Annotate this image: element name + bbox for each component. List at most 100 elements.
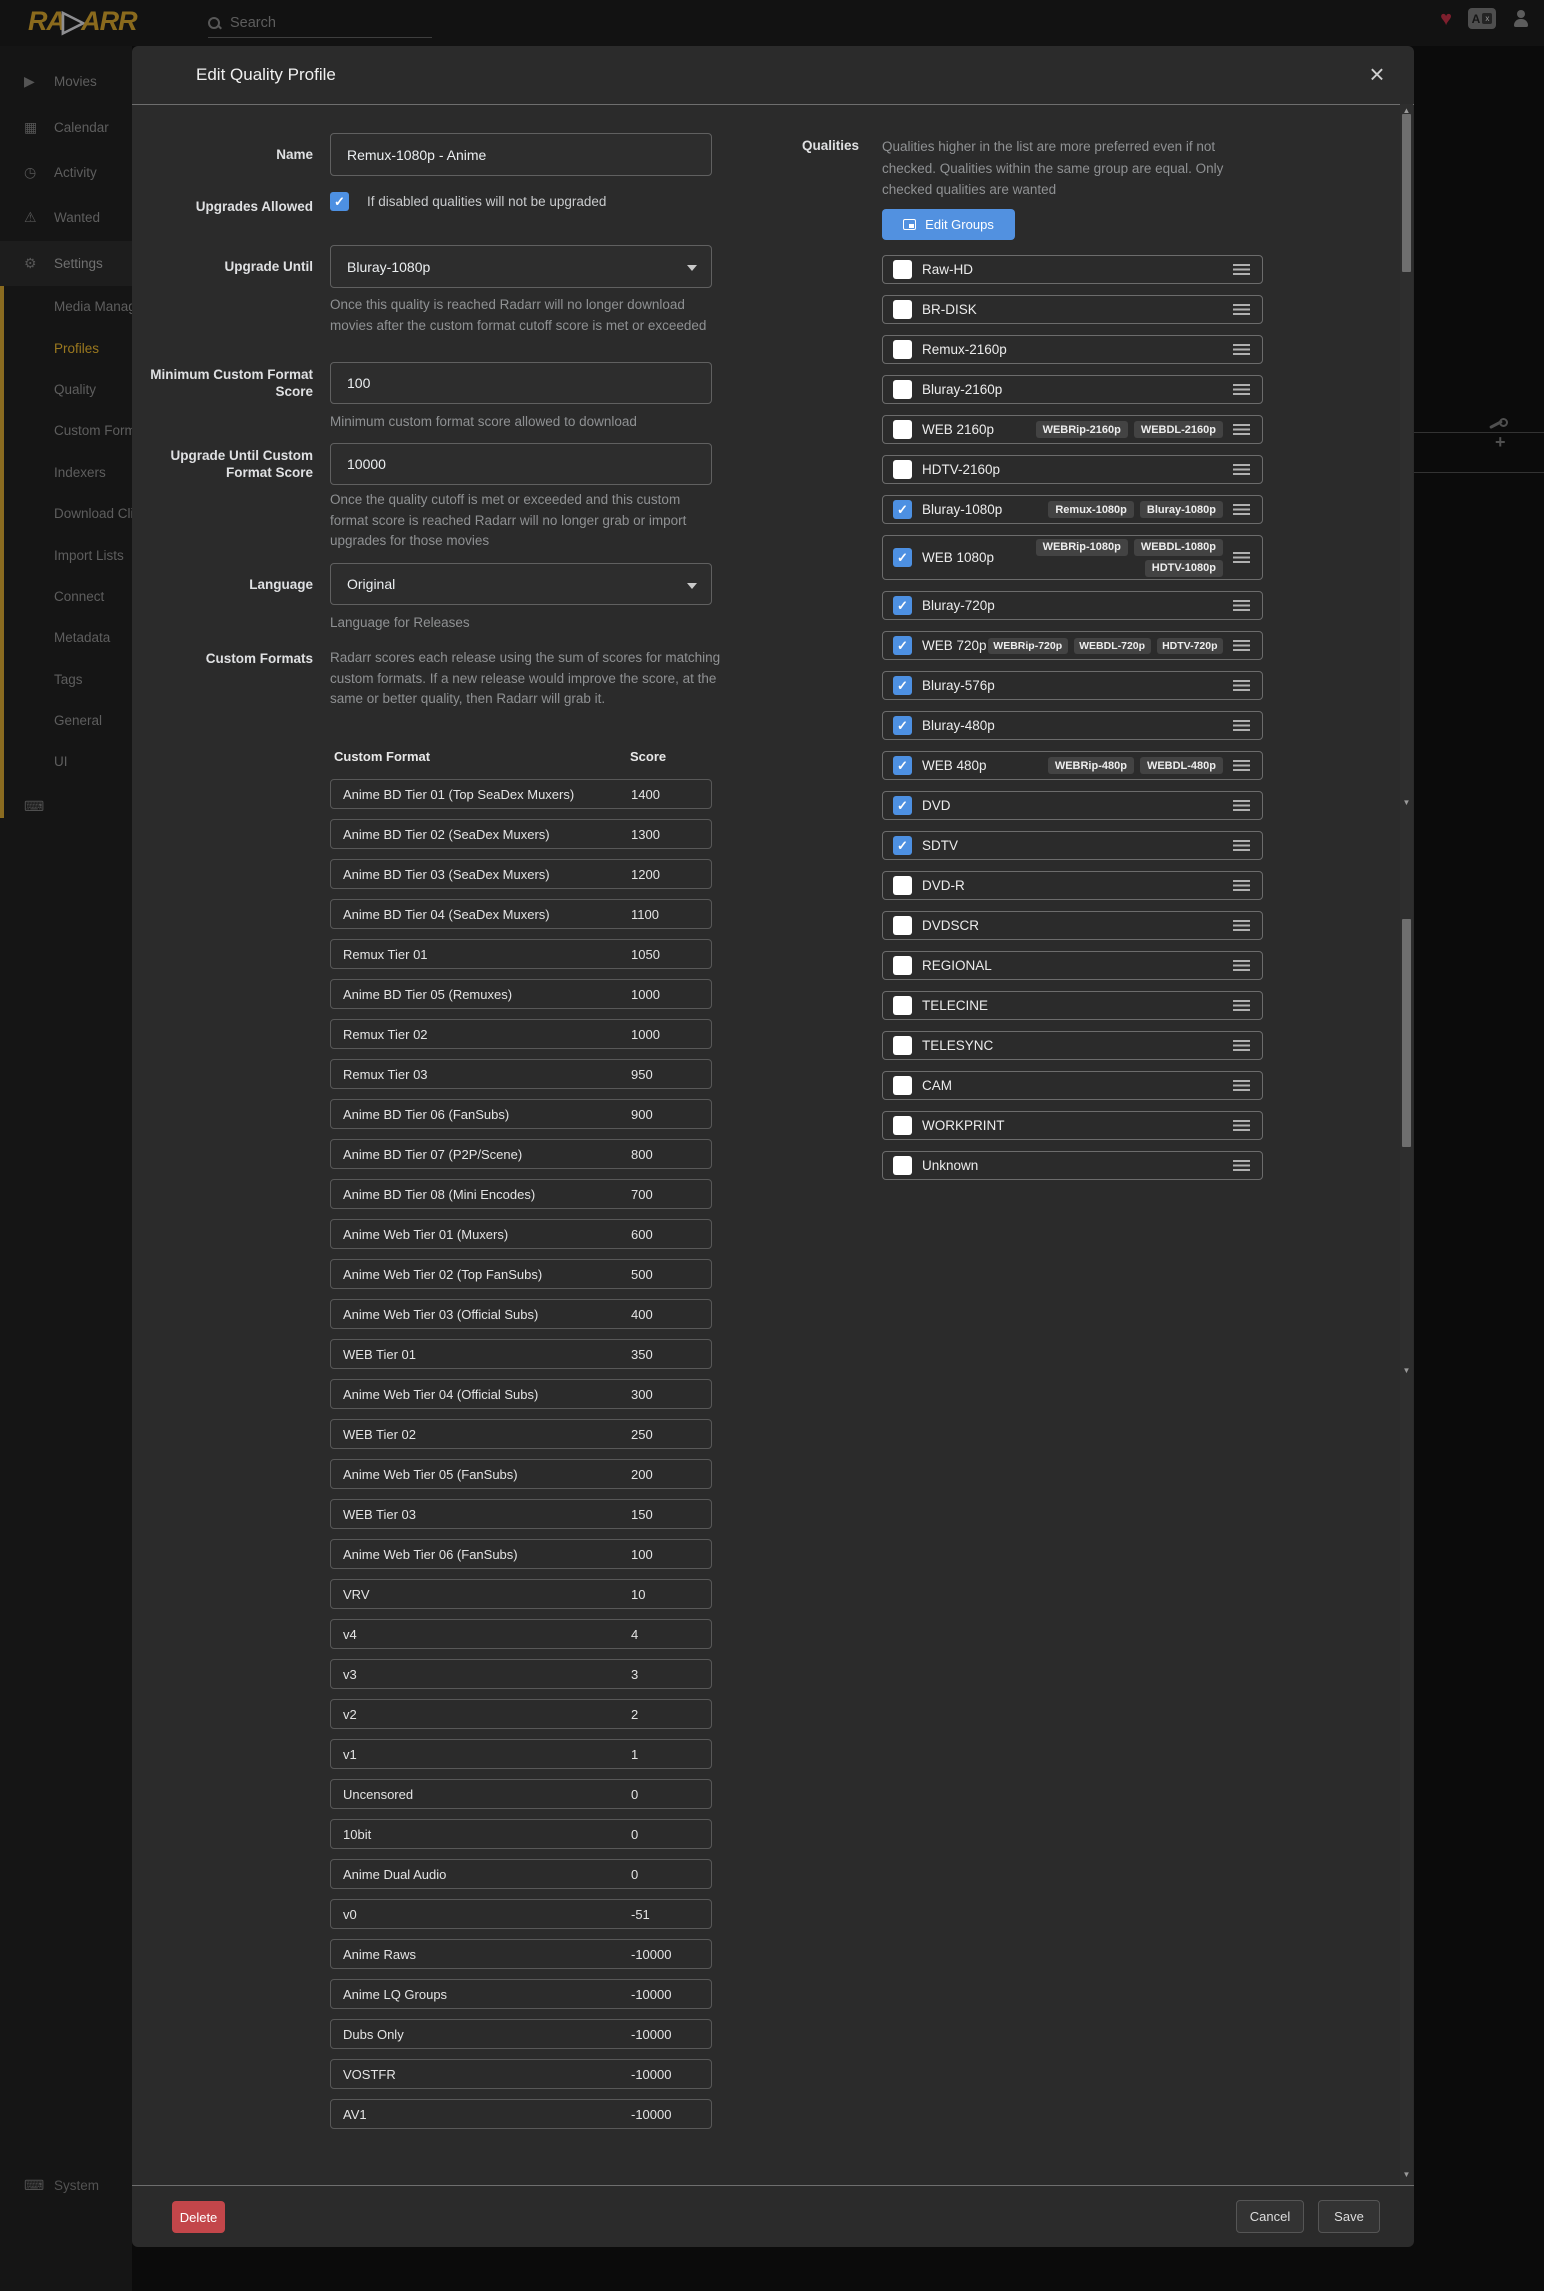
- quality-item[interactable]: ✓ TELESYNC: [882, 1031, 1263, 1060]
- custom-format-row[interactable]: VOSTFR -10000: [330, 2059, 712, 2089]
- quality-checkbox[interactable]: ✓: [893, 876, 912, 895]
- quality-item[interactable]: ✓ Unknown: [882, 1151, 1263, 1180]
- custom-format-row[interactable]: Anime Web Tier 04 (Official Subs) 300: [330, 1379, 712, 1409]
- quality-checkbox[interactable]: ✓: [893, 420, 912, 439]
- custom-format-row[interactable]: Anime BD Tier 03 (SeaDex Muxers) 1200: [330, 859, 712, 889]
- quality-checkbox[interactable]: ✓: [893, 956, 912, 975]
- quality-item[interactable]: ✓ Bluray-720p: [882, 591, 1263, 620]
- custom-format-row[interactable]: v3 3: [330, 1659, 712, 1689]
- custom-format-row[interactable]: v1 1: [330, 1739, 712, 1769]
- quality-checkbox[interactable]: ✓: [893, 676, 912, 695]
- language-select[interactable]: Original: [330, 563, 712, 605]
- drag-handle-icon[interactable]: [1233, 384, 1250, 395]
- min-cf-score-field[interactable]: [330, 362, 712, 404]
- quality-item[interactable]: ✓ CAM: [882, 1071, 1263, 1100]
- drag-handle-icon[interactable]: [1233, 344, 1250, 355]
- quality-item[interactable]: ✓ BR-DISK: [882, 295, 1263, 324]
- quality-checkbox[interactable]: ✓: [893, 836, 912, 855]
- quality-item[interactable]: ✓ HDTV-2160p: [882, 455, 1263, 484]
- drag-handle-icon[interactable]: [1233, 920, 1250, 931]
- quality-checkbox[interactable]: ✓: [893, 260, 912, 279]
- delete-button[interactable]: Delete: [172, 2201, 225, 2233]
- quality-item[interactable]: ✓ SDTV: [882, 831, 1263, 860]
- scroll-down-icon[interactable]: ▼: [1402, 1366, 1411, 1375]
- custom-format-row[interactable]: Anime Web Tier 02 (Top FanSubs) 500: [330, 1259, 712, 1289]
- save-button[interactable]: Save: [1318, 2200, 1380, 2233]
- quality-item[interactable]: ✓ Bluray-1080p Remux-1080pBluray-1080p: [882, 495, 1263, 524]
- radarr-logo[interactable]: RA▷ARR: [28, 6, 137, 37]
- drag-handle-icon[interactable]: [1233, 720, 1250, 731]
- quality-item[interactable]: ✓ WEB 720p WEBRip-720pWEBDL-720pHDTV-720…: [882, 631, 1263, 660]
- custom-format-row[interactable]: Anime BD Tier 06 (FanSubs) 900: [330, 1099, 712, 1129]
- quality-item[interactable]: ✓ DVD-R: [882, 871, 1263, 900]
- quality-checkbox[interactable]: ✓: [893, 716, 912, 735]
- quality-checkbox[interactable]: ✓: [893, 916, 912, 935]
- drag-handle-icon[interactable]: [1233, 880, 1250, 891]
- modal-scrollbar[interactable]: ▲ ▼ ▼ ▼: [1400, 104, 1413, 2185]
- quality-checkbox[interactable]: ✓: [893, 1076, 912, 1095]
- translate-icon[interactable]: Ax: [1468, 8, 1496, 29]
- custom-format-row[interactable]: Anime BD Tier 02 (SeaDex Muxers) 1300: [330, 819, 712, 849]
- wrench-icon[interactable]: [1488, 417, 1504, 431]
- quality-item[interactable]: ✓ DVD: [882, 791, 1263, 820]
- custom-format-row[interactable]: Anime Web Tier 05 (FanSubs) 200: [330, 1459, 712, 1489]
- custom-format-row[interactable]: Anime Web Tier 01 (Muxers) 600: [330, 1219, 712, 1249]
- drag-handle-icon[interactable]: [1233, 1000, 1250, 1011]
- quality-item[interactable]: ✓ WORKPRINT: [882, 1111, 1263, 1140]
- quality-checkbox[interactable]: ✓: [893, 756, 912, 775]
- drag-handle-icon[interactable]: [1233, 264, 1250, 275]
- custom-format-row[interactable]: v0 -51: [330, 1899, 712, 1929]
- quality-checkbox[interactable]: ✓: [893, 548, 912, 567]
- drag-handle-icon[interactable]: [1233, 1160, 1250, 1171]
- drag-handle-icon[interactable]: [1233, 680, 1250, 691]
- quality-item[interactable]: ✓ Bluray-2160p: [882, 375, 1263, 404]
- quality-item[interactable]: ✓ WEB 1080p WEBRip-1080pWEBDL-1080pHDTV-…: [882, 535, 1263, 580]
- custom-format-row[interactable]: WEB Tier 03 150: [330, 1499, 712, 1529]
- quality-checkbox[interactable]: ✓: [893, 500, 912, 519]
- custom-format-row[interactable]: 10bit 0: [330, 1819, 712, 1849]
- drag-handle-icon[interactable]: [1233, 552, 1250, 563]
- quality-item[interactable]: ✓ Remux-2160p: [882, 335, 1263, 364]
- drag-handle-icon[interactable]: [1233, 304, 1250, 315]
- upgrade-until-cf-score-field[interactable]: [330, 443, 712, 485]
- custom-format-row[interactable]: Anime BD Tier 05 (Remuxes) 1000: [330, 979, 712, 1009]
- quality-checkbox[interactable]: ✓: [893, 460, 912, 479]
- drag-handle-icon[interactable]: [1233, 1120, 1250, 1131]
- quality-checkbox[interactable]: ✓: [893, 596, 912, 615]
- system-icon[interactable]: ⌨: [24, 798, 44, 815]
- scrollbar-thumb[interactable]: [1402, 114, 1411, 272]
- add-icon[interactable]: +: [1495, 432, 1506, 453]
- close-icon[interactable]: ×: [1362, 60, 1392, 90]
- custom-format-row[interactable]: VRV 10: [330, 1579, 712, 1609]
- search-input[interactable]: Search: [208, 8, 432, 38]
- quality-checkbox[interactable]: ✓: [893, 1116, 912, 1135]
- custom-format-row[interactable]: Remux Tier 01 1050: [330, 939, 712, 969]
- upgrade-until-select[interactable]: Bluray-1080p: [330, 245, 712, 288]
- drag-handle-icon[interactable]: [1233, 640, 1250, 651]
- custom-format-row[interactable]: Remux Tier 02 1000: [330, 1019, 712, 1049]
- quality-item[interactable]: ✓ Raw-HD: [882, 255, 1263, 284]
- drag-handle-icon[interactable]: [1233, 800, 1250, 811]
- user-icon[interactable]: [1512, 10, 1530, 28]
- custom-format-row[interactable]: Anime Web Tier 03 (Official Subs) 400: [330, 1299, 712, 1329]
- drag-handle-icon[interactable]: [1233, 464, 1250, 475]
- quality-checkbox[interactable]: ✓: [893, 996, 912, 1015]
- custom-format-row[interactable]: Anime BD Tier 08 (Mini Encodes) 700: [330, 1179, 712, 1209]
- quality-item[interactable]: ✓ WEB 2160p WEBRip-2160pWEBDL-2160p: [882, 415, 1263, 444]
- custom-format-row[interactable]: Remux Tier 03 950: [330, 1059, 712, 1089]
- drag-handle-icon[interactable]: [1233, 840, 1250, 851]
- scroll-down-icon[interactable]: ▼: [1402, 2170, 1411, 2179]
- custom-format-row[interactable]: Dubs Only -10000: [330, 2019, 712, 2049]
- custom-format-row[interactable]: Anime LQ Groups -10000: [330, 1979, 712, 2009]
- custom-format-row[interactable]: Uncensored 0: [330, 1779, 712, 1809]
- custom-format-row[interactable]: WEB Tier 02 250: [330, 1419, 712, 1449]
- quality-checkbox[interactable]: ✓: [893, 380, 912, 399]
- quality-checkbox[interactable]: ✓: [893, 340, 912, 359]
- custom-format-row[interactable]: Anime BD Tier 04 (SeaDex Muxers) 1100: [330, 899, 712, 929]
- custom-format-row[interactable]: Anime BD Tier 01 (Top SeaDex Muxers) 140…: [330, 779, 712, 809]
- scrollbar-thumb[interactable]: [1402, 919, 1411, 1147]
- quality-checkbox[interactable]: ✓: [893, 1156, 912, 1175]
- custom-format-row[interactable]: AV1 -10000: [330, 2099, 712, 2129]
- quality-checkbox[interactable]: ✓: [893, 1036, 912, 1055]
- quality-item[interactable]: ✓ Bluray-576p: [882, 671, 1263, 700]
